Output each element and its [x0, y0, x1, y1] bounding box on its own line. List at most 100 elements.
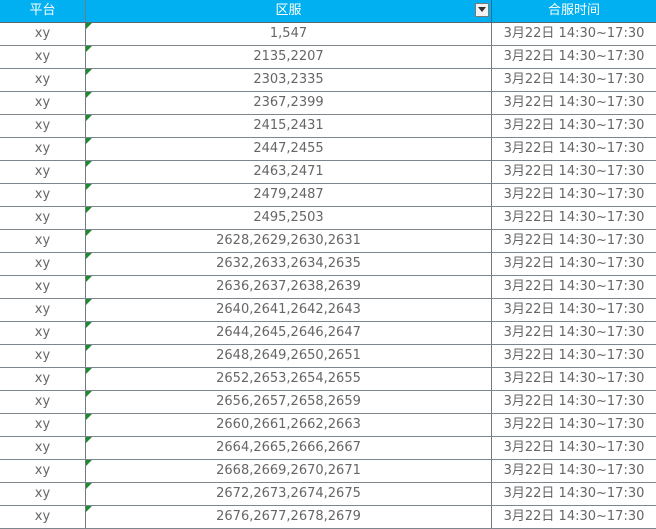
- cell-servers[interactable]: 2640,2641,2642,2643: [86, 299, 492, 321]
- cell-servers[interactable]: 2415,2431: [86, 115, 492, 137]
- cell-platform[interactable]: xy: [0, 483, 86, 505]
- cell-platform[interactable]: xy: [0, 69, 86, 91]
- header-platform[interactable]: 平台: [0, 0, 86, 22]
- cell-servers-text: 2367,2399: [253, 95, 324, 110]
- cell-servers-text: 2447,2455: [253, 141, 324, 156]
- cell-platform[interactable]: xy: [0, 391, 86, 413]
- cell-platform[interactable]: xy: [0, 299, 86, 321]
- cell-platform[interactable]: xy: [0, 184, 86, 206]
- error-indicator-icon: [86, 115, 92, 121]
- table-row: xy 2447,2455 3月22日 14:30~17:30: [0, 138, 656, 161]
- error-indicator-icon: [86, 230, 92, 236]
- cell-servers[interactable]: 2463,2471: [86, 161, 492, 183]
- filter-dropdown-button[interactable]: [475, 3, 489, 17]
- cell-servers-text: 2672,2673,2674,2675: [216, 486, 361, 501]
- cell-merge-time[interactable]: 3月22日 14:30~17:30: [492, 460, 656, 482]
- error-indicator-icon: [86, 92, 92, 98]
- cell-servers[interactable]: 2628,2629,2630,2631: [86, 230, 492, 252]
- cell-merge-time[interactable]: 3月22日 14:30~17:30: [492, 276, 656, 298]
- cell-servers[interactable]: 2664,2665,2666,2667: [86, 437, 492, 459]
- cell-platform[interactable]: xy: [0, 46, 86, 68]
- cell-merge-time[interactable]: 3月22日 14:30~17:30: [492, 115, 656, 137]
- header-server[interactable]: 区服: [86, 0, 492, 22]
- table-body: xy 1,547 3月22日 14:30~17:30 xy 2135,2207 3月22日…: [0, 23, 656, 529]
- cell-servers[interactable]: 2660,2661,2662,2663: [86, 414, 492, 436]
- error-indicator-icon: [86, 322, 92, 328]
- cell-merge-time[interactable]: 3月22日 14:30~17:30: [492, 299, 656, 321]
- cell-servers[interactable]: 2636,2637,2638,2639: [86, 276, 492, 298]
- cell-platform[interactable]: xy: [0, 115, 86, 137]
- cell-platform[interactable]: xy: [0, 253, 86, 275]
- cell-platform[interactable]: xy: [0, 207, 86, 229]
- cell-platform[interactable]: xy: [0, 506, 86, 528]
- error-indicator-icon: [86, 460, 92, 466]
- header-server-label: 区服: [275, 3, 302, 18]
- error-indicator-icon: [86, 299, 92, 305]
- cell-platform[interactable]: xy: [0, 322, 86, 344]
- cell-servers[interactable]: 2668,2669,2670,2671: [86, 460, 492, 482]
- header-merge-time[interactable]: 合服时间: [492, 0, 656, 22]
- cell-platform[interactable]: xy: [0, 437, 86, 459]
- cell-merge-time[interactable]: 3月22日 14:30~17:30: [492, 69, 656, 91]
- cell-servers[interactable]: 1,547: [86, 23, 492, 45]
- cell-servers[interactable]: 2676,2677,2678,2679: [86, 506, 492, 528]
- cell-merge-time[interactable]: 3月22日 14:30~17:30: [492, 23, 656, 45]
- cell-merge-time[interactable]: 3月22日 14:30~17:30: [492, 483, 656, 505]
- error-indicator-icon: [86, 253, 92, 259]
- table-row: xy 2652,2653,2654,2655 3月22日 14:30~17:30: [0, 368, 656, 391]
- table-row: xy 2415,2431 3月22日 14:30~17:30: [0, 115, 656, 138]
- table-row: xy 1,547 3月22日 14:30~17:30: [0, 23, 656, 46]
- error-indicator-icon: [86, 345, 92, 351]
- cell-platform[interactable]: xy: [0, 138, 86, 160]
- cell-merge-time[interactable]: 3月22日 14:30~17:30: [492, 184, 656, 206]
- cell-servers[interactable]: 2672,2673,2674,2675: [86, 483, 492, 505]
- cell-platform[interactable]: xy: [0, 414, 86, 436]
- error-indicator-icon: [86, 184, 92, 190]
- cell-merge-time[interactable]: 3月22日 14:30~17:30: [492, 391, 656, 413]
- cell-servers[interactable]: 2656,2657,2658,2659: [86, 391, 492, 413]
- error-indicator-icon: [86, 437, 92, 443]
- cell-platform[interactable]: xy: [0, 23, 86, 45]
- cell-servers-text: 2632,2633,2634,2635: [216, 256, 361, 271]
- cell-merge-time[interactable]: 3月22日 14:30~17:30: [492, 253, 656, 275]
- cell-merge-time[interactable]: 3月22日 14:30~17:30: [492, 437, 656, 459]
- cell-merge-time[interactable]: 3月22日 14:30~17:30: [492, 368, 656, 390]
- cell-platform[interactable]: xy: [0, 230, 86, 252]
- table-row: xy 2644,2645,2646,2647 3月22日 14:30~17:30: [0, 322, 656, 345]
- cell-merge-time[interactable]: 3月22日 14:30~17:30: [492, 414, 656, 436]
- cell-servers-text: 2640,2641,2642,2643: [216, 302, 361, 317]
- table-row: xy 2135,2207 3月22日 14:30~17:30: [0, 46, 656, 69]
- cell-platform[interactable]: xy: [0, 368, 86, 390]
- cell-servers[interactable]: 2652,2653,2654,2655: [86, 368, 492, 390]
- cell-servers[interactable]: 2644,2645,2646,2647: [86, 322, 492, 344]
- cell-servers[interactable]: 2367,2399: [86, 92, 492, 114]
- cell-platform[interactable]: xy: [0, 345, 86, 367]
- cell-merge-time[interactable]: 3月22日 14:30~17:30: [492, 345, 656, 367]
- cell-merge-time[interactable]: 3月22日 14:30~17:30: [492, 207, 656, 229]
- cell-merge-time[interactable]: 3月22日 14:30~17:30: [492, 322, 656, 344]
- cell-merge-time[interactable]: 3月22日 14:30~17:30: [492, 46, 656, 68]
- cell-merge-time[interactable]: 3月22日 14:30~17:30: [492, 230, 656, 252]
- cell-merge-time[interactable]: 3月22日 14:30~17:30: [492, 138, 656, 160]
- cell-servers-text: 2415,2431: [253, 118, 324, 133]
- cell-platform[interactable]: xy: [0, 161, 86, 183]
- cell-servers[interactable]: 2479,2487: [86, 184, 492, 206]
- table-row: xy 2640,2641,2642,2643 3月22日 14:30~17:30: [0, 299, 656, 322]
- cell-platform[interactable]: xy: [0, 276, 86, 298]
- error-indicator-icon: [86, 414, 92, 420]
- cell-servers[interactable]: 2632,2633,2634,2635: [86, 253, 492, 275]
- cell-merge-time[interactable]: 3月22日 14:30~17:30: [492, 506, 656, 528]
- cell-servers-text: 2676,2677,2678,2679: [216, 509, 361, 524]
- cell-servers-text: 2495,2503: [253, 210, 324, 225]
- cell-merge-time[interactable]: 3月22日 14:30~17:30: [492, 92, 656, 114]
- table-row: xy 2479,2487 3月22日 14:30~17:30: [0, 184, 656, 207]
- cell-servers[interactable]: 2303,2335: [86, 69, 492, 91]
- cell-servers-text: 2135,2207: [253, 49, 324, 64]
- cell-platform[interactable]: xy: [0, 460, 86, 482]
- cell-servers[interactable]: 2648,2649,2650,2651: [86, 345, 492, 367]
- cell-servers[interactable]: 2447,2455: [86, 138, 492, 160]
- cell-merge-time[interactable]: 3月22日 14:30~17:30: [492, 161, 656, 183]
- cell-servers[interactable]: 2495,2503: [86, 207, 492, 229]
- cell-servers[interactable]: 2135,2207: [86, 46, 492, 68]
- cell-platform[interactable]: xy: [0, 92, 86, 114]
